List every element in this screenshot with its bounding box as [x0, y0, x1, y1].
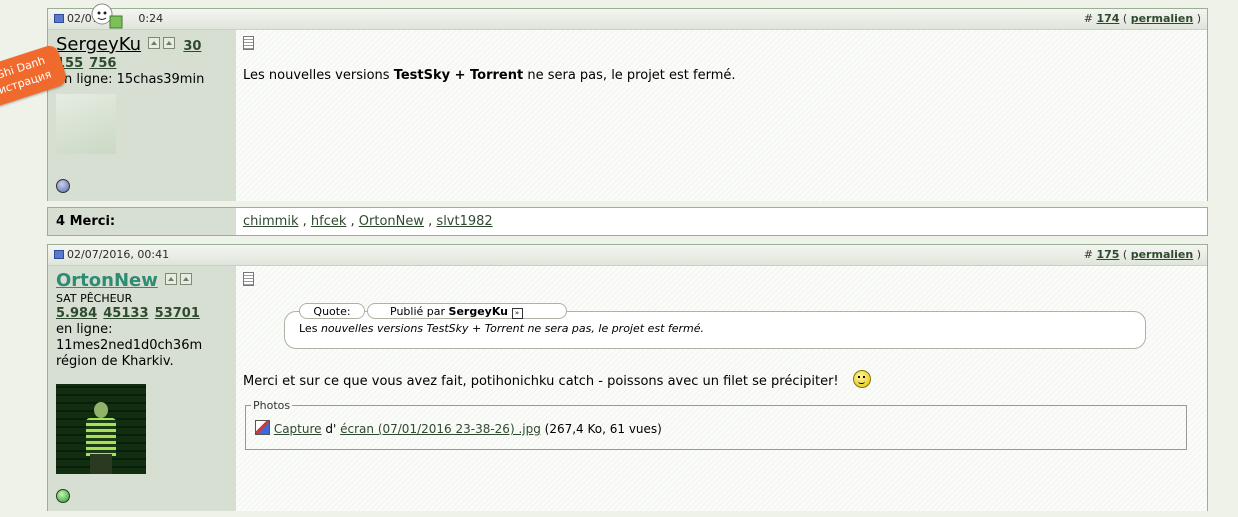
online-status-icon [56, 489, 70, 503]
image-file-icon [255, 420, 270, 435]
attachments-legend: Photos [251, 399, 293, 412]
user-info: SergeyKu 30 155 756 en ligne: 15chas39mi… [48, 30, 236, 201]
stat-link[interactable]: 5.984 [56, 306, 97, 321]
quote-author: Publié par SergeyKu » [367, 303, 567, 319]
quote-box: Quote: Publié par SergeyKu » Les nouvell… [284, 303, 1146, 349]
attachments-box: Photos Capture d' écran (07/01/2016 23-3… [245, 399, 1187, 450]
post-175: 02/07/2016, 00:41 # 175 ( permalien ) Or… [47, 244, 1208, 511]
message-body: Les nouvelles versions TestSky + Torrent… [236, 30, 1207, 201]
thanks-users: chimmik , hfcek , OrtonNew , slvt1982 [243, 214, 493, 229]
smiley-icon [852, 370, 871, 388]
post-header: 02/07/2016, 00:41 # 175 ( permalien ) [48, 245, 1207, 266]
post-icon [54, 14, 64, 23]
thanks-user-link[interactable]: chimmik [243, 214, 298, 229]
thanks-user-link[interactable]: slvt1982 [436, 214, 492, 229]
post-number-link[interactable]: 174 [1096, 12, 1119, 25]
stat-link[interactable]: 53701 [155, 306, 200, 321]
online-label: en ligne: [56, 322, 113, 337]
attachment-link[interactable]: écran (07/01/2016 23-38-26) .jpg [340, 422, 541, 436]
post-number: # 174 ( permalien ) [1083, 12, 1201, 25]
thanks-user-link[interactable]: OrtonNew [359, 214, 424, 229]
mascot-icon [86, 2, 126, 34]
user-region: région de Kharkiv. [56, 354, 174, 369]
user-info: OrtonNew SAT PÊCHEUR 5.984 45133 53701 e… [48, 266, 236, 511]
avatar[interactable] [56, 94, 116, 154]
quote-text: Les nouvelles versions TestSky + Torrent… [299, 322, 705, 335]
online-time: en ligne: 15chas39min [56, 72, 205, 87]
reputation-icon [148, 37, 161, 49]
reputation-count[interactable]: 30 [183, 39, 201, 54]
online-time: 11mes2ned1d0ch36m [56, 338, 203, 353]
thanks-label: 4 Merci: [48, 208, 236, 235]
document-icon [243, 272, 254, 286]
post-date: 02/07/2016, 00:41 [54, 245, 169, 265]
message-text: Les nouvelles versions TestSky + Torrent… [243, 68, 736, 83]
permalink-link[interactable]: permalien [1131, 248, 1193, 261]
attachment-row: Capture d' écran (07/01/2016 23-38-26) .… [255, 420, 662, 436]
user-stats: 155 756 [56, 56, 228, 72]
message-text: Merci et sur ce que vous avez fait, poti… [243, 370, 871, 389]
reputation-icon [163, 37, 176, 49]
post-number-link[interactable]: 175 [1096, 248, 1119, 261]
quote-label: Quote: [299, 303, 365, 319]
post-number: # 175 ( permalien ) [1083, 248, 1201, 261]
thanks-user-link[interactable]: hfcek [311, 214, 347, 229]
user-stats: 5.984 45133 53701 [56, 306, 228, 322]
thanks-bar: 4 Merci: chimmik , hfcek , OrtonNew , sl… [47, 207, 1208, 236]
reputation-icon [165, 273, 178, 285]
post-174: 02/07/0:24 # 174 ( permalien ) SergeyKu … [47, 8, 1208, 201]
attachment-link[interactable]: Capture [274, 422, 322, 436]
message-body: Quote: Publié par SergeyKu » Les nouvell… [236, 266, 1207, 511]
user-title: SAT PÊCHEUR [56, 292, 133, 305]
username-link[interactable]: OrtonNew [56, 270, 158, 291]
attachment-info: (267,4 Ko, 61 vues) [544, 422, 662, 436]
document-icon [243, 36, 254, 50]
stat-link[interactable]: 756 [89, 56, 116, 71]
offline-status-icon [56, 179, 70, 193]
username-link[interactable]: SergeyKu [56, 34, 141, 55]
avatar[interactable] [56, 384, 146, 474]
post-icon [54, 250, 64, 259]
view-post-icon[interactable]: » [511, 308, 523, 319]
reputation-icon [180, 273, 193, 285]
post-header: 02/07/0:24 # 174 ( permalien ) [48, 9, 1207, 30]
stat-link[interactable]: 45133 [103, 306, 148, 321]
permalink-link[interactable]: permalien [1131, 12, 1193, 25]
